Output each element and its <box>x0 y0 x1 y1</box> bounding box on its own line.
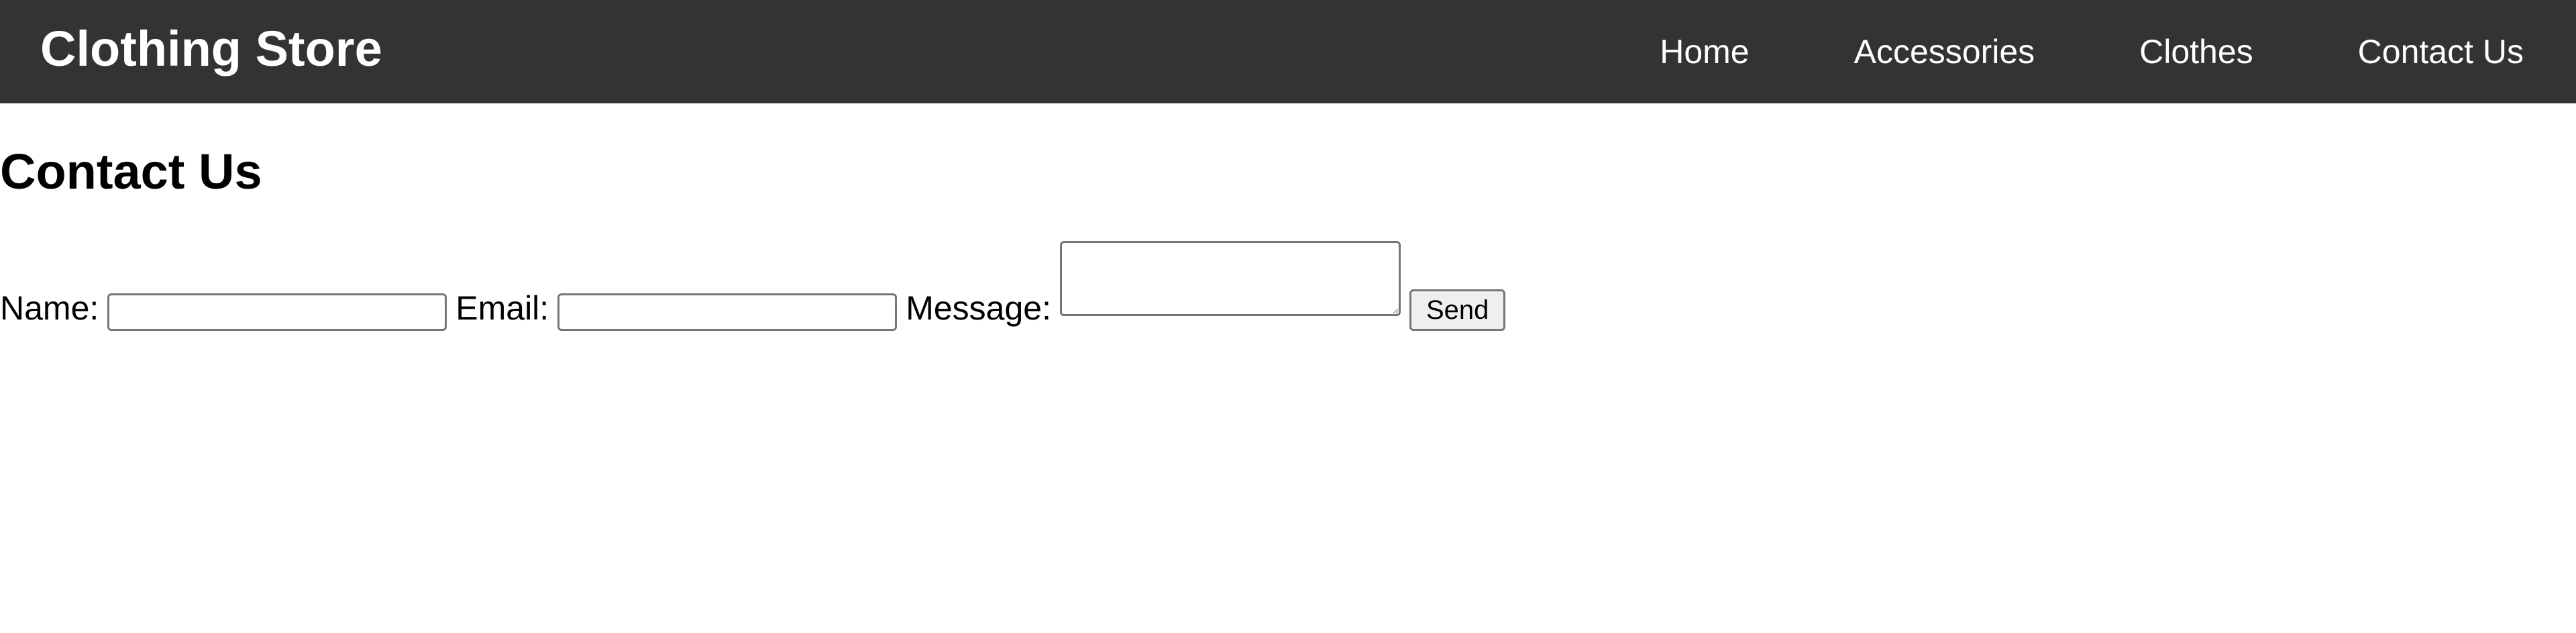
name-input[interactable] <box>107 293 447 331</box>
nav-link-home[interactable]: Home <box>1660 32 1749 71</box>
page-title: Contact Us <box>0 144 262 199</box>
navbar: Clothing Store Home Accessories Clothes … <box>0 0 2576 103</box>
nav-link-accessories[interactable]: Accessories <box>1854 32 2035 71</box>
site-brand: Clothing Store <box>40 21 382 77</box>
email-label: Email: <box>455 289 549 327</box>
name-label: Name: <box>0 289 99 327</box>
nav-link-clothes[interactable]: Clothes <box>2139 32 2253 71</box>
send-button[interactable]: Send <box>1409 289 1506 331</box>
nav-link-contact-us[interactable]: Contact Us <box>2358 32 2524 71</box>
nav-menu: Home Accessories Clothes Contact Us <box>1660 0 2524 103</box>
message-label: Message: <box>906 289 1051 327</box>
contact-form: Name: Email: Message: Send <box>0 237 1506 331</box>
message-textarea[interactable] <box>1059 241 1401 316</box>
email-input[interactable] <box>557 293 898 331</box>
